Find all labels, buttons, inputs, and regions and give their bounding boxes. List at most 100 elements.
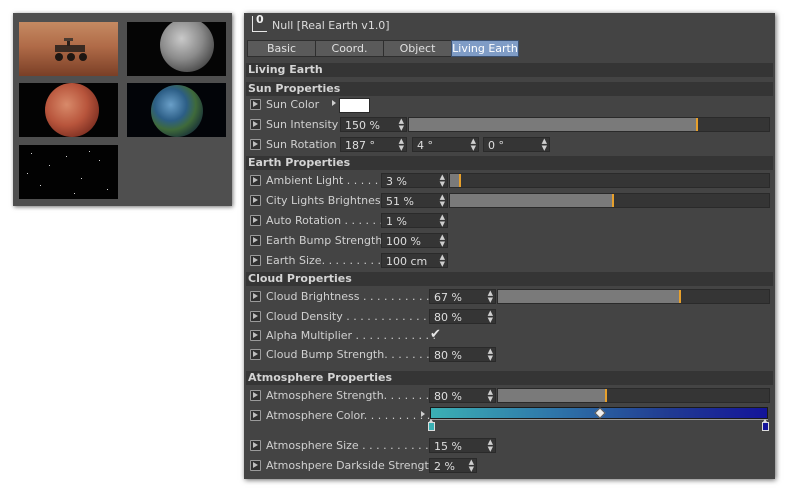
city-lights-input[interactable]: 51 % ▲ ▼ xyxy=(381,193,448,208)
thumbnail-starfield[interactable] xyxy=(19,145,118,199)
row-ambient-light: Ambient Light . . . . . . 3 % ▲ ▼ xyxy=(246,172,771,190)
atmosphere-size-label: Atmosphere Size . . . . . . . . . . . . xyxy=(266,439,443,452)
animate-toggle-icon[interactable] xyxy=(250,119,261,130)
object-header: 0 Null [Real Earth v1.0] xyxy=(248,13,768,35)
earth-bump-label: Earth Bump Strength xyxy=(266,234,383,247)
auto-rotation-input[interactable]: 1 % ▲ ▼ xyxy=(381,213,448,228)
spinner-arrows-icon[interactable]: ▲ ▼ xyxy=(488,439,493,453)
earth-size-input[interactable]: 100 cm ▲ ▼ xyxy=(381,253,448,268)
animate-toggle-icon[interactable] xyxy=(250,235,261,246)
auto-rotation-label: Auto Rotation . . . . . . xyxy=(266,214,383,227)
animate-toggle-icon[interactable] xyxy=(250,440,261,451)
animate-toggle-icon[interactable] xyxy=(250,99,261,110)
animate-toggle-icon[interactable] xyxy=(250,410,261,421)
gradient-start-knot[interactable] xyxy=(428,419,435,431)
alpha-multiplier-checkbox[interactable]: ✔ xyxy=(430,327,441,342)
row-earth-bump: Earth Bump Strength 100 % ▲ ▼ xyxy=(246,232,771,250)
sun-intensity-slider[interactable] xyxy=(408,117,770,132)
sun-color-swatch[interactable] xyxy=(339,98,370,113)
section-sun-properties: Sun Properties xyxy=(246,82,773,96)
tab-coord[interactable]: Coord. xyxy=(315,40,384,57)
section-cloud-properties: Cloud Properties xyxy=(246,272,773,286)
spinner-arrows-icon[interactable]: ▲ ▼ xyxy=(440,234,445,248)
cloud-bump-label: Cloud Bump Strength. . . . . . . . xyxy=(266,348,437,361)
earth-size-label: Earth Size. . . . . . . . . . xyxy=(266,254,389,267)
spinner-arrows-icon[interactable]: ▲ ▼ xyxy=(399,138,404,152)
atmosphere-strength-label: Atmosphere Strength. . . . . . . . . xyxy=(266,389,444,402)
ambient-light-input[interactable]: 3 % ▲ ▼ xyxy=(381,173,448,188)
animate-toggle-icon[interactable] xyxy=(250,311,261,322)
spinner-arrows-icon[interactable]: ▲ ▼ xyxy=(440,254,445,268)
earth-bump-input[interactable]: 100 % ▲ ▼ xyxy=(381,233,448,248)
animate-toggle-icon[interactable] xyxy=(250,139,261,150)
row-atmosphere-size: Atmosphere Size . . . . . . . . . . . . … xyxy=(246,437,771,455)
spinner-arrows-icon[interactable]: ▲ ▼ xyxy=(488,290,493,304)
panel-title: Living Earth xyxy=(246,63,773,77)
row-alpha-multiplier: Alpha Multiplier . . . . . . . . . . . .… xyxy=(246,327,771,345)
animate-toggle-icon[interactable] xyxy=(250,175,261,186)
spinner-arrows-icon[interactable]: ▲ ▼ xyxy=(469,459,474,473)
atmosphere-strength-input[interactable]: 80 % ▲ ▼ xyxy=(429,388,496,403)
cloud-density-input[interactable]: 80 % ▲ ▼ xyxy=(429,309,496,324)
sun-rotation-p-input[interactable]: 4 ° ▲ ▼ xyxy=(412,137,479,152)
ambient-light-label: Ambient Light . . . . . . xyxy=(266,174,386,187)
spinner-arrows-icon[interactable]: ▲ ▼ xyxy=(488,389,493,403)
spinner-arrows-icon[interactable]: ▲ ▼ xyxy=(471,138,476,152)
animate-toggle-icon[interactable] xyxy=(250,215,261,226)
gradient-end-knot[interactable] xyxy=(762,419,769,431)
row-cloud-bump: Cloud Bump Strength. . . . . . . . 80 % … xyxy=(246,346,771,364)
spinner-arrows-icon[interactable]: ▲ ▼ xyxy=(488,348,493,362)
atmosphere-darkside-label: Atmoshpere Darkside Strength xyxy=(266,459,436,472)
animate-toggle-icon[interactable] xyxy=(250,330,261,341)
cloud-density-label: Cloud Density . . . . . . . . . . . . . xyxy=(266,310,434,323)
spinner-arrows-icon[interactable]: ▲ ▼ xyxy=(440,194,445,208)
row-earth-size: Earth Size. . . . . . . . . . 100 cm ▲ ▼ xyxy=(246,252,771,270)
row-auto-rotation: Auto Rotation . . . . . . 1 % ▲ ▼ xyxy=(246,212,771,230)
animate-toggle-icon[interactable] xyxy=(250,255,261,266)
sun-rotation-h-input[interactable]: 187 ° ▲ ▼ xyxy=(340,137,407,152)
atmosphere-strength-slider[interactable] xyxy=(497,388,770,403)
alpha-multiplier-label: Alpha Multiplier . . . . . . . . . . . . xyxy=(266,329,436,342)
expand-arrow-icon[interactable] xyxy=(421,411,425,417)
section-atmosphere-properties: Atmosphere Properties xyxy=(246,371,773,385)
spinner-arrows-icon[interactable]: ▲ ▼ xyxy=(488,310,493,324)
thumbnail-rover-on-mars[interactable] xyxy=(19,22,118,76)
spinner-arrows-icon[interactable]: ▲ ▼ xyxy=(440,174,445,188)
animate-toggle-icon[interactable] xyxy=(250,460,261,471)
sun-rotation-label: Sun Rotation xyxy=(266,138,337,151)
cloud-bump-input[interactable]: 80 % ▲ ▼ xyxy=(429,347,496,362)
spinner-arrows-icon[interactable]: ▲ ▼ xyxy=(440,214,445,228)
tab-basic[interactable]: Basic xyxy=(247,40,316,57)
moon-image xyxy=(160,22,214,72)
object-name: Null [Real Earth v1.0] xyxy=(272,19,390,32)
row-cloud-density: Cloud Density . . . . . . . . . . . . . … xyxy=(246,308,771,326)
sun-intensity-label: Sun Intensity xyxy=(266,118,339,131)
expand-arrow-icon[interactable] xyxy=(332,100,336,106)
rover-icon xyxy=(55,38,87,61)
animate-toggle-icon[interactable] xyxy=(250,195,261,206)
atmosphere-darkside-input[interactable]: 2 % ▲ ▼ xyxy=(429,458,477,473)
cloud-brightness-input[interactable]: 67 % ▲ ▼ xyxy=(429,289,496,304)
atmosphere-color-label: Atmosphere Color. . . . . . . . . . xyxy=(266,409,431,422)
thumbnail-moon[interactable] xyxy=(127,22,226,76)
spinner-arrows-icon[interactable]: ▲ ▼ xyxy=(399,118,404,132)
row-cloud-brightness: Cloud Brightness . . . . . . . . . . . 6… xyxy=(246,288,771,306)
animate-toggle-icon[interactable] xyxy=(250,291,261,302)
gradient-knot-track xyxy=(430,419,768,420)
sun-rotation-b-input[interactable]: 0 ° ▲ ▼ xyxy=(483,137,550,152)
animate-toggle-icon[interactable] xyxy=(250,390,261,401)
row-atmosphere-strength: Atmosphere Strength. . . . . . . . . 80 … xyxy=(246,387,771,405)
spinner-arrows-icon[interactable]: ▲ ▼ xyxy=(542,138,547,152)
city-lights-slider[interactable] xyxy=(449,193,770,208)
ambient-light-slider[interactable] xyxy=(449,173,770,188)
cloud-brightness-slider[interactable] xyxy=(497,289,770,304)
tab-object[interactable]: Object xyxy=(383,40,452,57)
city-lights-label: City Lights Brightness xyxy=(266,194,387,207)
thumbnail-mars[interactable] xyxy=(19,83,118,137)
section-earth-properties: Earth Properties xyxy=(246,156,773,170)
sun-intensity-input[interactable]: 150 % ▲ ▼ xyxy=(340,117,407,132)
animate-toggle-icon[interactable] xyxy=(250,349,261,360)
thumbnail-earth[interactable] xyxy=(127,83,226,137)
tab-living-earth[interactable]: Living Earth xyxy=(451,40,519,57)
atmosphere-size-input[interactable]: 15 % ▲ ▼ xyxy=(429,438,496,453)
